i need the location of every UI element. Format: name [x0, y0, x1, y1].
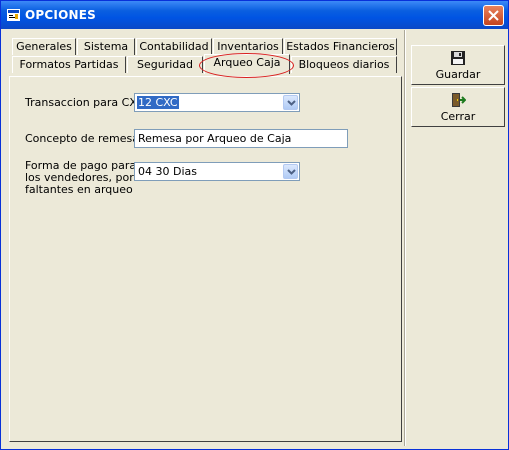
chevron-down-icon — [287, 100, 296, 106]
cerrar-button[interactable]: Cerrar — [411, 87, 505, 127]
close-icon — [488, 10, 499, 21]
tab-label: Estados Financieros — [286, 40, 395, 53]
tab-label: Arqueo Caja — [213, 56, 281, 69]
tab-label: Contabilidad — [139, 40, 209, 53]
forma-pago-label-line3: faltantes en arqueo — [25, 183, 133, 196]
tab-bloqueos-diarios[interactable]: Bloqueos diarios — [291, 56, 397, 73]
close-button[interactable] — [483, 5, 504, 26]
concepto-input[interactable] — [134, 129, 348, 148]
tab-inventarios[interactable]: Inventarios — [213, 38, 283, 55]
tab-contabilidad[interactable]: Contabilidad — [136, 38, 212, 55]
transaccion-dropdown-button[interactable] — [283, 95, 298, 110]
tab-label: Seguridad — [137, 58, 193, 71]
tab-panel-arqueo-caja: Transaccion para CXC 12 CXC Concepto de … — [9, 76, 402, 442]
forma-pago-dropdown-button[interactable] — [283, 164, 298, 179]
tab-label: Bloqueos diarios — [298, 58, 390, 71]
tab-label: Formatos Partidas — [19, 58, 119, 71]
chevron-down-icon — [287, 169, 296, 175]
tab-label: Generales — [16, 40, 72, 53]
tab-arqueo-caja[interactable]: Arqueo Caja — [204, 54, 290, 74]
tab-sistema[interactable]: Sistema — [77, 38, 135, 55]
options-window: OPCIONES Generales Sistema Contabilidad … — [0, 0, 509, 450]
cerrar-label: Cerrar — [440, 110, 476, 123]
tab-estados-financieros[interactable]: Estados Financieros — [284, 38, 397, 55]
client-area: Generales Sistema Contabilidad Inventari… — [4, 30, 505, 446]
window-title: OPCIONES — [25, 8, 96, 22]
concepto-label: Concepto de remesas — [25, 132, 145, 145]
forma-pago-value: 04 30 Dias — [138, 165, 197, 178]
guardar-button[interactable]: Guardar — [411, 45, 505, 85]
guardar-label: Guardar — [435, 68, 481, 81]
tab-label: Sistema — [83, 40, 129, 53]
tab-formatos-partidas[interactable]: Formatos Partidas — [12, 56, 126, 73]
tab-seguridad[interactable]: Seguridad — [127, 56, 203, 73]
transaccion-value: 12 CXC — [137, 96, 179, 109]
transaccion-select[interactable]: 12 CXC — [134, 93, 300, 112]
title-bar[interactable]: OPCIONES — [1, 1, 508, 29]
sidebar-divider — [404, 30, 406, 446]
transaccion-label: Transaccion para CXC — [25, 96, 144, 109]
tab-generales[interactable]: Generales — [12, 38, 76, 55]
tab-label: Inventarios — [217, 40, 279, 53]
exit-door-icon — [452, 93, 466, 107]
app-icon — [7, 9, 20, 21]
floppy-disk-icon — [451, 51, 465, 65]
forma-pago-select[interactable]: 04 30 Dias — [134, 162, 300, 181]
